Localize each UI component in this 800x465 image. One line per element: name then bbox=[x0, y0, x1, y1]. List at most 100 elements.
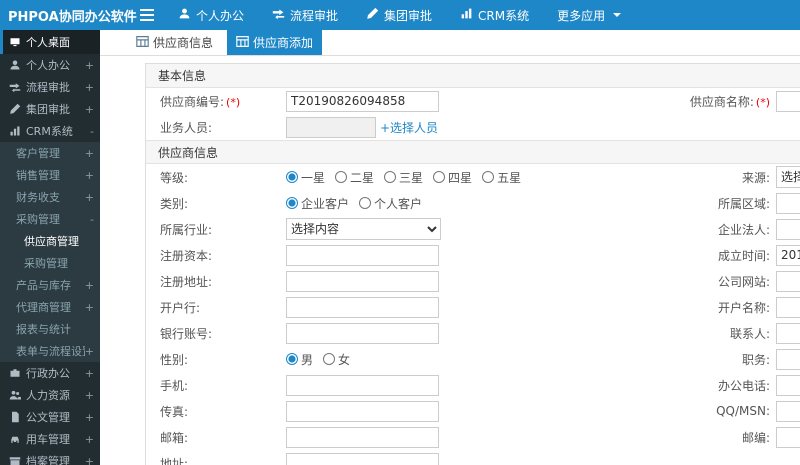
category-radio[interactable] bbox=[286, 197, 298, 209]
sidebar-item-label: 客户管理 bbox=[16, 147, 60, 160]
sidebar-item-label: 流程审批 bbox=[26, 81, 70, 94]
nav-label: 流程审批 bbox=[290, 8, 339, 23]
sidebar-item-label: 档案管理 bbox=[26, 455, 70, 465]
fax-input[interactable] bbox=[286, 400, 439, 422]
supplier-no-input[interactable] bbox=[286, 90, 439, 112]
hamburger-menu-icon[interactable] bbox=[130, 0, 164, 30]
sidebar-item-archive-mgmt[interactable]: 档案管理 + bbox=[0, 450, 100, 465]
radio-label: 女 bbox=[338, 352, 351, 367]
sidebar-item-product-inventory[interactable]: 产品与库存 + bbox=[0, 274, 100, 296]
sidebar-item-customer-mgmt[interactable]: 客户管理 + bbox=[0, 142, 100, 164]
level-option-5[interactable]: 五星 bbox=[482, 169, 521, 186]
expand-indicator: + bbox=[84, 168, 94, 182]
tab-label: 供应商添加 bbox=[253, 36, 314, 50]
bank-input[interactable] bbox=[286, 296, 439, 318]
mobile-input[interactable] bbox=[286, 374, 439, 396]
established-input[interactable] bbox=[776, 244, 800, 266]
sidebar-item-supplier-mgmt[interactable]: 供应商管理 bbox=[0, 230, 100, 252]
level-option-1[interactable]: 一星 bbox=[286, 169, 325, 186]
qq-msn-input[interactable] bbox=[776, 400, 800, 422]
sidebar-item-vehicle-mgmt[interactable]: 用车管理 + bbox=[0, 428, 100, 450]
registered-address-input[interactable] bbox=[286, 270, 439, 292]
expand-indicator: + bbox=[84, 454, 94, 465]
sidebar-item-process-approval[interactable]: 流程审批 + bbox=[0, 76, 100, 98]
sidebar-item-hr[interactable]: 人力资源 + bbox=[0, 384, 100, 406]
category-option-2[interactable]: 个人客户 bbox=[359, 195, 422, 212]
category-option-1[interactable]: 企业客户 bbox=[286, 195, 349, 212]
section-header-basic: 基本信息 bbox=[146, 64, 800, 88]
field-label: 传真: bbox=[160, 404, 189, 419]
sidebar-item-label: 财务收支 bbox=[16, 191, 60, 204]
form-row-sales-person: 业务人员: +选择人员 bbox=[146, 114, 800, 140]
field-label: 等级: bbox=[160, 170, 189, 185]
sidebar-item-purchase-mgmt[interactable]: 采购管理 bbox=[0, 252, 100, 274]
level-option-2[interactable]: 二星 bbox=[335, 169, 374, 186]
nav-personal-office[interactable]: 个人办公 bbox=[164, 0, 258, 30]
level-radio[interactable] bbox=[286, 171, 298, 183]
level-option-3[interactable]: 三星 bbox=[384, 169, 423, 186]
level-option-4[interactable]: 四星 bbox=[433, 169, 472, 186]
sidebar-item-group-approval[interactable]: 集团审批 + bbox=[0, 98, 100, 120]
tab-supplier-info[interactable]: 供应商信息 bbox=[130, 31, 219, 54]
sidebar-item-admin-office[interactable]: 行政办公 + bbox=[0, 362, 100, 384]
form-row-category: 类别: 企业客户 个人客户 所属区域: bbox=[146, 190, 800, 216]
choose-person-link[interactable]: +选择人员 bbox=[380, 119, 438, 136]
sidebar-item-document-mgmt[interactable]: 公文管理 + bbox=[0, 406, 100, 428]
sales-person-input[interactable] bbox=[286, 116, 376, 138]
sidebar-item-label: 公文管理 bbox=[26, 411, 70, 424]
sidebar-item-label: 个人桌面 bbox=[26, 36, 70, 49]
form-row-address: 地址: bbox=[146, 450, 800, 465]
email-input[interactable] bbox=[286, 426, 439, 448]
gender-option-female[interactable]: 女 bbox=[323, 351, 350, 368]
nav-group-approval[interactable]: 集团审批 bbox=[352, 0, 446, 30]
sidebar-item-reports[interactable]: 报表与统计 bbox=[0, 318, 100, 340]
source-select[interactable]: 选择内容 bbox=[776, 166, 800, 188]
office-phone-input[interactable] bbox=[776, 374, 800, 396]
sidebar-item-sales-mgmt[interactable]: 销售管理 + bbox=[0, 164, 100, 186]
level-radio[interactable] bbox=[335, 171, 348, 183]
sidebar-item-label: 供应商管理 bbox=[24, 235, 79, 248]
supplier-name-input[interactable] bbox=[776, 90, 800, 112]
website-input[interactable] bbox=[776, 270, 800, 292]
sidebar-item-personal-desktop[interactable]: 个人桌面 bbox=[0, 30, 100, 54]
form-row-level: 等级: 一星 二星 三星 四星 五星 来源: 选择内容 bbox=[146, 164, 800, 190]
gender-radio[interactable] bbox=[286, 353, 298, 365]
account-name-input[interactable] bbox=[776, 296, 800, 318]
industry-select[interactable]: 选择内容 bbox=[286, 218, 441, 240]
nav-crm-system[interactable]: CRM系统 bbox=[446, 0, 543, 30]
field-label: 职务: bbox=[741, 352, 770, 367]
radio-label: 企业客户 bbox=[301, 196, 350, 211]
radio-label: 四星 bbox=[448, 170, 473, 185]
zip-input[interactable] bbox=[776, 426, 800, 448]
sidebar-item-procurement-mgmt[interactable]: 采购管理 - bbox=[0, 208, 100, 230]
address-input[interactable] bbox=[286, 452, 439, 465]
registered-capital-input[interactable] bbox=[286, 244, 439, 266]
tab-supplier-add[interactable]: 供应商添加 bbox=[227, 30, 323, 55]
sidebar-item-crm[interactable]: CRM系统 - bbox=[0, 120, 100, 142]
level-radio[interactable] bbox=[433, 171, 446, 183]
gender-option-male[interactable]: 男 bbox=[286, 351, 313, 368]
form-row-fax: 传真: QQ/MSN: bbox=[146, 398, 800, 424]
nav-more-apps[interactable]: 更多应用 bbox=[543, 0, 635, 30]
form-row-gender: 性别: 男 女 职务: bbox=[146, 346, 800, 372]
sidebar-item-form-flow-settings[interactable]: 表单与流程设置 + bbox=[0, 340, 100, 362]
sidebar-item-agent-mgmt[interactable]: 代理商管理 + bbox=[0, 296, 100, 318]
bank-account-input[interactable] bbox=[286, 322, 439, 344]
sidebar-item-finance[interactable]: 财务收支 + bbox=[0, 186, 100, 208]
gender-radio[interactable] bbox=[323, 353, 336, 365]
nav-label: CRM系统 bbox=[478, 8, 530, 23]
supplier-add-form: 基本信息 供应商编号:(*) 供应商名称:(*) 业务人员: +选择人员 供应商… bbox=[100, 56, 800, 465]
sidebar-item-personal-office[interactable]: 个人办公 + bbox=[0, 54, 100, 76]
nav-process-approval[interactable]: 流程审批 bbox=[258, 0, 352, 30]
form-row-industry: 所属行业: 选择内容 企业法人: bbox=[146, 216, 800, 242]
level-radio[interactable] bbox=[482, 171, 495, 183]
legal-person-input[interactable] bbox=[776, 218, 800, 240]
expand-indicator: + bbox=[84, 432, 94, 446]
level-radio[interactable] bbox=[384, 171, 397, 183]
position-input[interactable] bbox=[776, 348, 800, 370]
sidebar-item-label: 报表与统计 bbox=[16, 323, 71, 336]
contact-input[interactable] bbox=[776, 322, 800, 344]
category-radio[interactable] bbox=[359, 197, 372, 209]
region-input[interactable] bbox=[776, 192, 800, 214]
sidebar-item-label: 行政办公 bbox=[26, 367, 70, 380]
